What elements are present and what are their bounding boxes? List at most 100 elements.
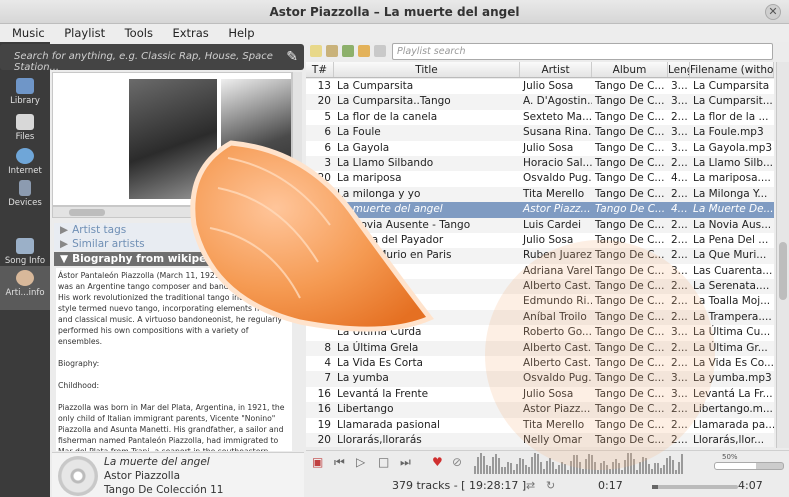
playlist-row[interactable]: Alberto Cast... Tango De C... 2... La Seren… [306,279,774,295]
playlist-row[interactable]: 20 La mariposa Osvaldo Pug... Tango De C...… [306,171,774,186]
now-playing-widget[interactable]: La muerte del angel Astor Piazzolla Tang… [52,452,304,497]
section-similar-artists[interactable]: ▶ Similar artists [54,237,292,251]
ban-icon[interactable]: ⊘ [452,455,462,469]
track-album: Tango De C... [595,295,665,308]
playlist-row[interactable]: 13 La Cumparsita Julio Sosa Tango De C... 3.… [306,79,774,94]
track-number [306,279,334,294]
playlist-row[interactable]: 6 La Gayola Julio Sosa Tango De C... 3... La … [306,141,774,156]
playlist-scrollbar[interactable] [776,62,789,448]
sidebar-item-label: Song Info [4,256,46,266]
track-title: La flor de la canela [337,110,438,123]
undo-icon[interactable] [358,45,370,57]
track-number: 20 [317,95,331,108]
sidebar-item-artist-info[interactable]: Arti...info [0,266,50,310]
close-icon[interactable]: ✕ [765,4,781,20]
track-artist: Roberto Go... [523,326,592,339]
track-title: La Vida Es Corta [337,357,423,370]
scrollbar-thumb[interactable] [69,209,105,216]
playlist-row[interactable]: 4 La Vida Es Corta Alberto Cast... Tango De… [306,356,774,371]
previous-icon[interactable]: ⏮ [334,455,345,470]
track-number: 6 [324,126,331,139]
images-vertical-scrollbar[interactable] [292,72,302,206]
playlist-search-input[interactable]: Playlist search [392,43,773,60]
playlist-row[interactable]: 16 Levantá la Frente Julio Sosa Tango De C.… [306,387,774,402]
section-artist-tags[interactable]: ▶ Artist tags [54,223,292,237]
love-icon[interactable]: ♥ [432,455,443,469]
column-length[interactable]: Leng [668,62,690,77]
spectrum-bar [603,461,605,475]
playlist-row[interactable]: 10 La Novia Ausente - Tango Luis Cardei Tan… [306,217,774,233]
playlist-row[interactable]: 12 La milonga y yo Tita Merello Tango De C.… [306,186,774,203]
track-artist: Nelly Omar [523,433,582,446]
now-playing-album: Tango De Colección 11 [104,484,224,496]
menu-music[interactable]: Music [12,24,45,42]
artist-photo[interactable] [221,79,291,199]
menu-help[interactable]: Help [228,24,254,42]
menu-tools[interactable]: Tools [125,24,153,42]
column-artist[interactable]: Artist [520,62,592,77]
track-length: 2... [671,110,688,123]
scrollbar-thumb[interactable] [779,242,787,300]
spectrum-bar [531,457,533,475]
playlist-row[interactable]: La Que Murio en Paris Ruben Juarez Tango D… [306,248,774,264]
playlist-row[interactable]: 5 La flor de la canela Sexteto Ma... Tango … [306,110,774,125]
shuffle-icon[interactable]: ⇄ [526,479,535,492]
track-filename: La Gayola.mp3 [693,141,773,154]
section-biography[interactable]: ▼ Biography from wikipedia [54,252,292,266]
track-title: Libertango [337,403,394,416]
playlist-row-current[interactable]: ▶ La muerte del angel Astor Piazz... Tango … [306,202,774,218]
images-horizontal-scrollbar[interactable] [52,206,302,218]
playlist-row[interactable]: 3 La Llamo Silbando Horacio Sal... Tango De… [306,155,774,172]
column-title[interactable]: Title [334,62,520,77]
playlist-row[interactable]: 6 La Foule Susana Rina... Tango De C... 3...… [306,125,774,141]
track-length: 3... [671,126,688,139]
track-album: Tango De C... [595,357,665,370]
spectrum-bar [522,459,524,475]
track-length: 2... [671,187,688,200]
playlist-table[interactable]: 13 La Cumparsita Julio Sosa Tango De C... 3.… [306,79,774,447]
next-icon[interactable]: ⏭ [400,455,411,470]
track-filename: La Novia Aus... [693,218,772,231]
track-title: La Llamo Silbando [337,156,434,169]
column-track[interactable]: T# [306,62,334,77]
playlist-row[interactable]: 20 Llorarás,llorarás Nelly Omar Tango De C.… [306,432,774,447]
new-playlist-icon[interactable] [310,45,322,57]
save-playlist-icon[interactable] [342,45,354,57]
track-artist: Luis Cardei [523,218,581,231]
track-artist: Alberto Cast... [523,280,592,293]
global-search-input[interactable]: Search for anything, e.g. Classic Rap, H… [0,44,304,73]
stop-after-icon[interactable]: ▣ [312,455,323,469]
volume-bar[interactable] [714,462,784,470]
open-folder-icon[interactable] [326,45,338,57]
track-filename: La Milonga Y... [693,187,768,200]
track-filename: La mariposa.... [693,172,771,185]
playlist-row[interactable]: 8 La Última Grela Alberto Cast... Tango De … [306,340,774,357]
seek-slider[interactable] [652,485,738,489]
play-icon[interactable]: ▷ [356,455,365,469]
playlist-row[interactable]: La Última Curda Roberto Go... Tango De C..… [306,325,774,340]
playlist-row[interactable]: Edmundo Ri... Tango De C... 2... La Toalla … [306,294,774,309]
playlist-row[interactable]: Aníbal Troilo Tango De C... 2... La Tramper… [306,309,774,326]
repeat-icon[interactable]: ↻ [546,479,555,492]
playlist-row[interactable]: 20 La Cumparsita..Tango A. D'Agostin... Tan… [306,94,774,110]
volume-slider[interactable]: 50% [712,453,786,473]
sidebar-item-devices[interactable]: Devices [0,176,50,220]
stop-icon[interactable]: □ [378,455,389,469]
menu-extras[interactable]: Extras [172,24,208,42]
track-album: Tango De C... [595,126,665,139]
playlist-row[interactable]: 19 Llamarada pasional Tita Merello Tango De… [306,418,774,433]
redo-icon[interactable] [374,45,386,57]
track-length: 2... [671,218,688,231]
column-filename[interactable]: Filename (without p [690,62,774,77]
track-artist: Susana Rina... [523,126,592,139]
menu-playlist[interactable]: Playlist [64,24,105,42]
spectrum-analyzer[interactable] [474,451,706,475]
playlist-row[interactable]: La Pena del Payador Julio Sosa Tango De C.… [306,233,774,248]
track-filename: La Vida Es Co... [693,357,774,370]
artist-photo[interactable] [129,79,217,199]
playlist-row[interactable]: Adriana Varela Tango De C... 3... Las Cuare… [306,264,774,279]
playlist-row[interactable]: 16 Libertango Astor Piazz... Tango De C... 2… [306,402,774,418]
playlist-row[interactable]: 7 La yumba Osvaldo Pug... Tango De C... 3...… [306,371,774,387]
magic-wand-icon[interactable]: ✎ [286,49,298,65]
column-album[interactable]: Album [592,62,668,77]
